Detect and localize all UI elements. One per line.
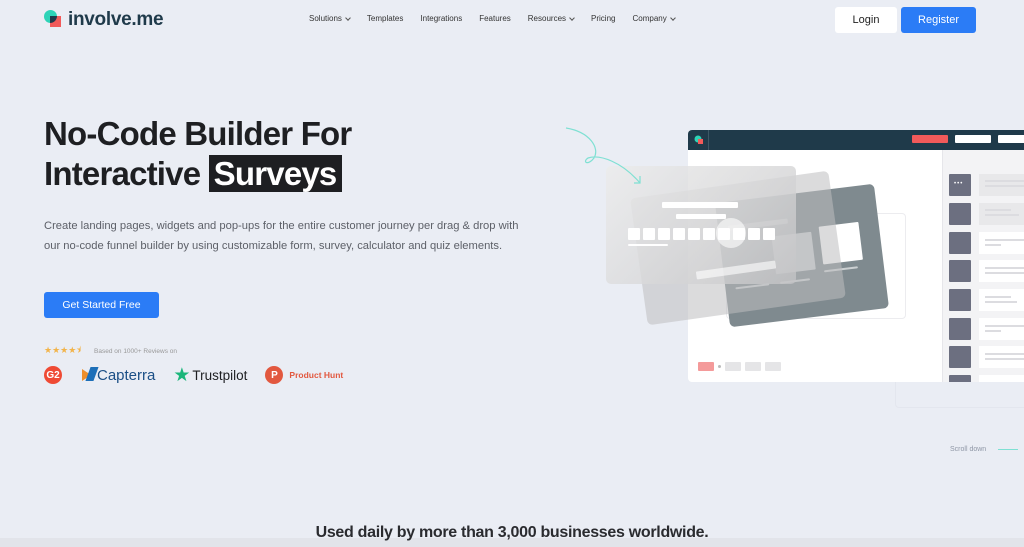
producthunt-link[interactable]: P Product Hunt <box>265 366 343 384</box>
logo[interactable]: involve.me <box>44 9 164 31</box>
curly-arrow-icon <box>565 127 641 184</box>
element-tile-icon <box>949 375 971 382</box>
g2-link[interactable]: G2 <box>44 366 62 384</box>
capterra-label: Capterra <box>97 366 156 384</box>
trustpilot-star-icon: ★ <box>173 364 191 386</box>
hero-title-line2: Interactive <box>44 155 201 192</box>
scroll-down-indicator[interactable]: Scroll down <box>950 446 1019 453</box>
nav-label: Integrations <box>420 14 463 23</box>
producthunt-label: Product Hunt <box>289 370 344 380</box>
login-button[interactable]: Login <box>835 7 897 33</box>
builder-mockup: ••• <box>688 130 1024 382</box>
element-tile-icon <box>949 203 971 225</box>
element-tile-icon <box>949 346 971 368</box>
register-button[interactable]: Register <box>901 7 976 33</box>
hero-title-highlight: Surveys <box>208 155 343 192</box>
nav-label: Pricing <box>591 14 616 23</box>
element-tile-icon <box>949 318 971 340</box>
mockup-publish-pill <box>912 135 948 143</box>
rating-text: Based on 1000+ Reviews on <box>94 347 177 355</box>
producthunt-logo-icon: P <box>265 366 284 384</box>
mockup-pill <box>955 135 991 143</box>
logo-icon <box>44 10 64 30</box>
element-tile-icon <box>949 260 971 282</box>
nav-solutions[interactable]: Solutions <box>309 14 351 23</box>
star-rating-icon: ★★★★⯨ <box>44 345 82 355</box>
element-tile-icon: ••• <box>949 174 971 196</box>
logo-icon <box>694 135 703 144</box>
chevron-down-icon <box>669 14 676 21</box>
review-sites: G2 Capterra ★ Trustpilot P Product Hunt <box>44 364 361 386</box>
mockup-side-panel: ••• <box>942 150 1024 382</box>
social-proof-heading: Used daily by more than 3,000 businesses… <box>315 524 709 541</box>
main-nav: Solutions Templates Integrations Feature… <box>309 14 692 23</box>
logo-text: involve.me <box>68 9 164 30</box>
rating: ★★★★⯨ Based on 1000+ Reviews on <box>44 343 177 359</box>
trustpilot-label: Trustpilot <box>192 367 248 383</box>
trustpilot-link[interactable]: ★ Trustpilot <box>173 366 247 385</box>
nav-label: Solutions <box>309 14 342 23</box>
hero-title: No-Code Builder For Interactive Surveys <box>44 114 352 194</box>
hero-illustration: ••• <box>0 0 1024 547</box>
nav-label: Resources <box>527 14 567 23</box>
nav-features[interactable]: Features <box>479 14 511 23</box>
nav-templates[interactable]: Templates <box>367 14 403 23</box>
chevron-down-icon <box>345 14 351 21</box>
nav-resources[interactable]: Resources <box>527 14 575 23</box>
capterra-link[interactable]: Capterra <box>82 367 155 384</box>
scroll-down-label: Scroll down <box>950 446 987 453</box>
nav-label: Templates <box>366 14 404 23</box>
mockup-pill <box>998 135 1024 143</box>
nav-company[interactable]: Company <box>632 14 676 23</box>
mockup-toolbar <box>688 130 1024 150</box>
g2-logo-icon: G2 <box>44 366 62 384</box>
capterra-logo-icon <box>82 369 91 381</box>
element-tile-icon <box>949 289 971 311</box>
get-started-button[interactable]: Get Started Free <box>44 292 159 318</box>
nav-pricing[interactable]: Pricing <box>591 14 615 23</box>
hero-title-line1: No-Code Builder For <box>44 115 352 152</box>
chevron-down-icon <box>569 14 575 21</box>
nav-label: Company <box>632 14 667 23</box>
mockup-page-controls <box>698 362 785 371</box>
nav-label: Features <box>479 14 511 23</box>
nav-integrations[interactable]: Integrations <box>420 14 462 23</box>
hero-description: Create landing pages, widgets and pop-up… <box>44 220 519 252</box>
scroll-line-icon <box>998 449 1019 450</box>
site-header: involve.me Solutions Templates Integrati… <box>0 0 1024 40</box>
element-tile-icon <box>949 232 971 254</box>
